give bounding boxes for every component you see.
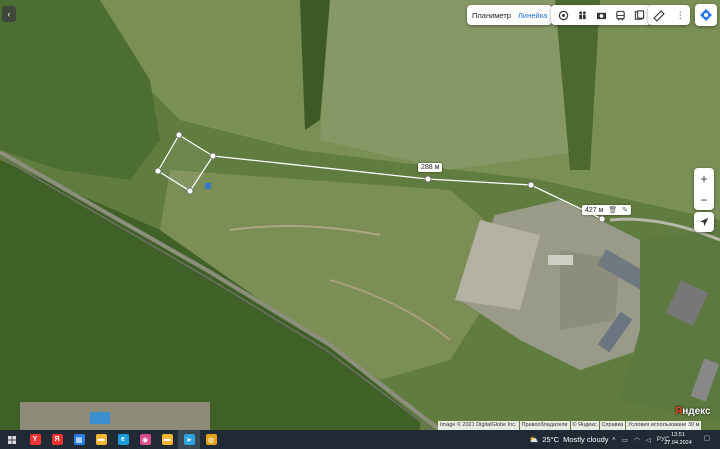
yandex-browser-icon[interactable]: Y bbox=[24, 430, 46, 449]
weather-temp: 25°C bbox=[542, 435, 560, 444]
zoom-out-button[interactable]: − bbox=[694, 189, 714, 210]
ruler-tools: ⋮ bbox=[648, 5, 690, 25]
bookmark-icon[interactable] bbox=[630, 5, 649, 25]
edit-icon[interactable]: ✎ bbox=[622, 206, 628, 214]
planimeter-tab[interactable]: Планиметр bbox=[472, 11, 511, 20]
files-icon-glyph: ▬ bbox=[161, 434, 173, 445]
ruler-tab[interactable]: Линейка bbox=[518, 11, 547, 20]
yandex-icon-glyph: Я bbox=[51, 434, 63, 445]
map-tools bbox=[551, 5, 652, 25]
taskbar-apps: Y Я ▦ ▬ e ◉ ▬ ➤ ◍ bbox=[24, 430, 222, 449]
map-copyright: Image © 2021 DigitalGlobe Inc. Правообла… bbox=[438, 421, 692, 430]
telegram-icon[interactable]: ➤ bbox=[178, 430, 200, 449]
satellite-imagery bbox=[0, 0, 720, 430]
zoom-control: + − bbox=[694, 168, 714, 210]
yandex-logo: Яндекс bbox=[675, 406, 711, 417]
files-icon[interactable]: ▬ bbox=[156, 430, 178, 449]
cloud-icon: ⛅ bbox=[529, 435, 539, 444]
rights-holders-link[interactable]: Правообладатели bbox=[519, 421, 570, 430]
explorer-icon-glyph: ▬ bbox=[95, 434, 107, 445]
screen: 288 м 427 м 🗑 ✎ ‹ Планиметр Линейка ⋮ + … bbox=[0, 0, 720, 449]
more-icon[interactable]: ⋮ bbox=[676, 9, 685, 21]
total-distance-text: 427 м bbox=[585, 207, 604, 214]
satellite-map[interactable]: 288 м 427 м 🗑 ✎ bbox=[0, 0, 720, 430]
explorer-icon[interactable]: ▬ bbox=[90, 430, 112, 449]
clock-time: 13:51 bbox=[671, 432, 685, 438]
app-icon-glyph: ◉ bbox=[139, 434, 151, 445]
scale-bar: 30 м bbox=[686, 421, 702, 430]
edge-icon[interactable]: e bbox=[112, 430, 134, 449]
measure-mode-switch[interactable]: Планиметр Линейка bbox=[467, 5, 553, 25]
help-link[interactable]: Справка bbox=[599, 421, 626, 430]
locate-me-icon[interactable] bbox=[694, 212, 714, 232]
notification-icon[interactable]: ▢ bbox=[702, 434, 712, 444]
total-distance-label[interactable]: 427 м 🗑 ✎ bbox=[582, 205, 632, 215]
avatar[interactable] bbox=[695, 4, 717, 26]
battery-icon[interactable]: ▭ bbox=[622, 436, 628, 444]
chevron-up-icon[interactable]: ˄ bbox=[612, 436, 616, 443]
camera-icon[interactable] bbox=[592, 5, 611, 25]
terms-link[interactable]: Условия использования bbox=[626, 421, 692, 430]
store-icon[interactable]: ▦ bbox=[68, 430, 90, 449]
delete-icon[interactable]: 🗑 bbox=[608, 206, 617, 214]
yandex-browser-icon-glyph: Y bbox=[29, 434, 41, 445]
imagery-credit: Image © 2021 DigitalGlobe Inc. bbox=[438, 421, 519, 430]
zoom-in-button[interactable]: + bbox=[694, 168, 714, 189]
telegram-icon-glyph: ➤ bbox=[183, 434, 195, 445]
traffic-icon[interactable] bbox=[554, 5, 573, 25]
chrome-icon-glyph: ◍ bbox=[205, 434, 217, 445]
clock-date: 27.04.2024 bbox=[664, 440, 692, 446]
ruler-icon[interactable] bbox=[653, 9, 665, 22]
panorama-icon[interactable] bbox=[573, 5, 592, 25]
weather-widget[interactable]: ⛅ 25°C Mostly cloudy bbox=[529, 430, 609, 449]
collapse-panel-button[interactable]: ‹ bbox=[2, 6, 16, 22]
segment-distance-label: 288 м bbox=[418, 163, 443, 172]
app-icon[interactable]: ◉ bbox=[134, 430, 156, 449]
start-icon[interactable] bbox=[0, 430, 24, 449]
network-icon[interactable]: ◠ bbox=[634, 436, 640, 444]
volume-icon[interactable]: ◁ bbox=[646, 436, 651, 444]
transit-icon[interactable] bbox=[611, 5, 630, 25]
yandex-icon[interactable]: Я bbox=[46, 430, 68, 449]
yandex-copyright: © Яндекс bbox=[570, 421, 599, 430]
edge-icon-glyph: e bbox=[117, 434, 129, 445]
chrome-icon[interactable]: ◍ bbox=[200, 430, 222, 449]
weather-condition: Mostly cloudy bbox=[563, 435, 609, 444]
system-tray: ˄ ▭ ◠ ◁ РУС bbox=[612, 430, 670, 449]
store-icon-glyph: ▦ bbox=[73, 434, 85, 445]
clock[interactable]: 13:51 27.04.2024 bbox=[664, 431, 692, 447]
